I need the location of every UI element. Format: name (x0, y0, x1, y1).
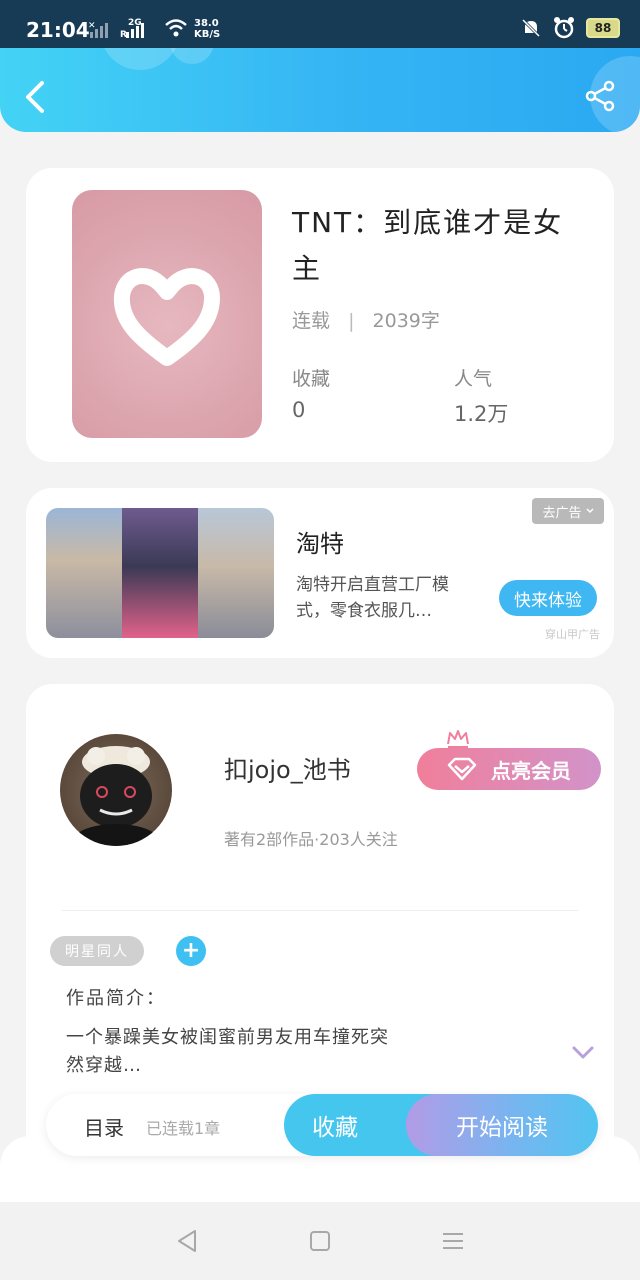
remove-ad-button[interactable]: 去广告 (532, 498, 604, 524)
divider (62, 910, 578, 911)
avatar[interactable] (60, 734, 172, 846)
ad-card[interactable]: 淘特 淘特开启直营工厂模式，零食衣服几… 去广告 快来体验 穿山甲广告 (26, 488, 614, 658)
nav-home-icon[interactable] (306, 1227, 334, 1255)
meta-separator: | (348, 310, 355, 332)
intro-text: 一个暴躁美女被闺蜜前男友用车撞死突然穿越… (66, 1027, 389, 1076)
system-nav-bar (0, 1202, 640, 1280)
status-time: 21:04 (26, 18, 90, 42)
start-reading-button[interactable]: 开始阅读 (406, 1094, 598, 1156)
popularity-value: 1.2万 (454, 402, 509, 426)
heart-icon (113, 268, 220, 366)
share-button[interactable] (584, 80, 616, 112)
popularity-label: 人气 (454, 368, 493, 390)
sheep-plush-icon (72, 746, 160, 846)
status-right: 88 (520, 16, 620, 40)
vip-label: 点亮会员 (491, 758, 571, 783)
book-meta: 连载 | 2039字 (292, 306, 440, 333)
back-button[interactable] (22, 80, 48, 114)
expand-chevron-icon[interactable] (572, 1046, 594, 1060)
network-speed: 38.0 KB/S (194, 18, 220, 40)
bottom-action-bar: 目录 已连载1章 收藏 开始阅读 (46, 1094, 598, 1156)
ad-description: 淘特开启直营工厂模式，零食衣服几… (296, 575, 449, 621)
word-count: 2039字 (372, 310, 440, 332)
ad-image-panel (122, 508, 198, 638)
svg-text:✕: ✕ (88, 21, 96, 31)
toc-button[interactable]: 目录 (84, 1112, 124, 1141)
book-title: TNT：到底谁才是女主 (292, 206, 564, 285)
intro-label: 作品简介： (66, 988, 166, 1009)
nav-back-icon[interactable] (173, 1227, 201, 1255)
ad-image[interactable] (46, 508, 274, 638)
wifi-icon (165, 19, 187, 37)
book-status: 连载 (292, 310, 331, 332)
chevron-down-icon (585, 508, 594, 514)
crown-icon (447, 730, 469, 748)
favorites-value: 0 (292, 398, 306, 422)
favorites-label: 收藏 (292, 368, 331, 390)
author-name[interactable]: 扣jojo_池书 (224, 750, 351, 785)
nav-menu-icon[interactable] (439, 1227, 467, 1255)
add-tag-button[interactable]: + (176, 936, 206, 966)
ad-title: 淘特 (296, 530, 344, 558)
genre-tag[interactable]: 明星同人 (50, 936, 144, 966)
book-info-card: TNT：到底谁才是女主 连载 | 2039字 收藏 0 人气 1.2万 (26, 168, 614, 462)
status-bar: 21:04 ✕ 2G R 38.0 KB/S 88 (0, 0, 640, 48)
ad-source: 穿山甲广告 (545, 628, 600, 641)
speed-unit: KB/S (194, 29, 221, 40)
speed-value: 38.0 (194, 18, 219, 29)
ad-image-panel (46, 508, 122, 638)
chapter-count: 已连载1章 (146, 1119, 221, 1138)
remove-ad-label: 去广告 (542, 505, 582, 521)
ad-image-panel (198, 508, 274, 638)
alarm-icon (554, 17, 574, 39)
vip-button[interactable]: 点亮会员 (417, 748, 601, 790)
ad-cta-button[interactable]: 快来体验 (499, 580, 597, 616)
diamond-icon (447, 757, 477, 781)
book-cover[interactable] (72, 190, 262, 438)
roaming-label: R (120, 30, 127, 40)
app-header: 21:04 ✕ 2G R 38.0 KB/S 88 (0, 0, 640, 132)
battery-indicator: 88 (586, 18, 620, 38)
mute-bell-icon (521, 18, 541, 38)
author-stats: 著有2部作品·203人关注 (224, 830, 398, 849)
network-2g-label: 2G (128, 18, 142, 28)
